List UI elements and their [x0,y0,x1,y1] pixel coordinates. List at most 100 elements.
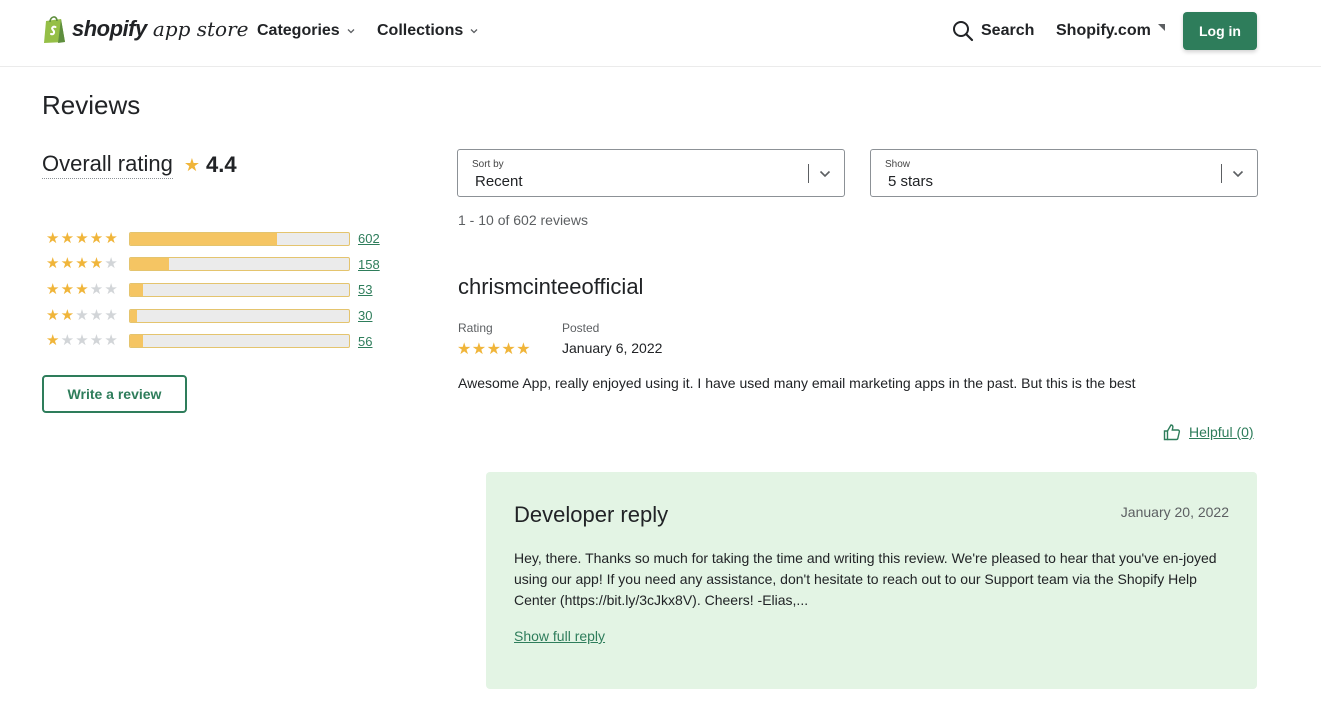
rating-bar-fill [130,232,277,245]
star-icon: ★ [89,332,104,350]
sort-by-value: Recent [475,173,523,190]
nav-collections[interactable]: Collections [377,22,479,40]
search-icon [953,21,974,42]
top-header: shopify app store Categories Collections… [0,0,1321,67]
review-rating-stars: ★ ★ ★ ★ ★ [457,339,531,359]
posted-date: January 6, 2022 [562,340,663,356]
shopify-com-label: Shopify.com [1056,22,1151,39]
star-icon: ★ [89,255,104,273]
star-icon: ★ [75,306,89,324]
overall-rating: Overall rating ★ 4.4 [42,151,237,179]
star-icon: ★ [104,306,118,324]
row-stars: ★ ★ ★ ★ ★ [46,333,128,349]
rating-count-link[interactable]: 56 [358,334,372,349]
sort-by-label: Sort by [472,159,504,170]
show-value: 5 stars [888,173,934,190]
chevron-down-icon [819,170,831,178]
rating-bar [129,231,350,246]
helpful-label: Helpful (0) [1189,424,1254,440]
star-icon: ★ [104,229,118,247]
external-link-icon [1157,24,1165,31]
star-icon: ★ [60,229,75,247]
rating-count-link[interactable]: 53 [358,282,372,297]
review-body: Awesome App, really enjoyed using it. I … [458,375,1136,391]
star-icon: ★ [46,280,60,298]
star-icon: ★ [46,306,60,324]
star-icon: ★ [104,332,118,350]
select-divider [808,164,809,183]
star-icon: ★ [89,306,104,324]
star-icon: ★ [46,332,60,350]
rating-bar [129,282,350,297]
rating-row-2: ★ ★ ★ ★ ★ 30 [46,303,380,329]
rating-count-link[interactable]: 158 [358,257,380,272]
rating-row-3: ★ ★ ★ ★ ★ 53 [46,277,380,303]
nav-categories[interactable]: Categories [257,22,356,40]
nav-categories-label: Categories [257,22,340,39]
star-icon: ★ [75,280,89,298]
star-icon: ★ [60,255,75,273]
search-label: Search [981,22,1035,39]
star-icon: ★ [457,341,472,358]
star-icon: ★ [60,332,75,350]
star-icon: ★ [75,229,89,247]
logo-text: shopify app store [72,16,249,41]
rating-bar [129,257,350,272]
star-icon: ★ [75,255,89,273]
select-divider [1221,164,1222,183]
star-icon: ★ [89,229,104,247]
rating-row-5: ★ ★ ★ ★ ★ 602 [46,226,380,252]
posted-label: Posted [562,321,600,335]
overall-rating-label[interactable]: Overall rating [42,151,173,179]
star-icon: ★ [46,229,60,247]
write-review-button[interactable]: Write a review [42,375,187,413]
star-icon: ★ [60,306,75,324]
nav-collections-label: Collections [377,22,464,39]
row-stars: ★ ★ ★ ★ ★ [46,229,128,247]
rating-count-link[interactable]: 602 [358,231,380,246]
rating-row-4: ★ ★ ★ ★ ★ 158 [46,252,380,278]
star-icon: ★ [501,341,516,358]
chevron-down-icon [347,29,355,34]
developer-reply-title: Developer reply [514,502,669,527]
sort-by-select[interactable]: Sort by Recent [457,149,845,197]
star-icon: ★ [471,341,487,358]
search-button[interactable]: Search [952,20,1034,42]
star-icon: ★ [516,341,531,358]
shopify-app-store-logo[interactable]: shopify app store [42,14,248,44]
star-icon: ★ [104,255,118,273]
developer-reply-date: January 20, 2022 [1120,504,1229,520]
helpful-button[interactable]: Helpful (0) [1163,423,1254,441]
row-stars: ★ ★ ★ ★ ★ [46,280,128,298]
results-count: 1 - 10 of 602 reviews [458,212,588,228]
row-stars: ★ ★ ★ ★ ★ [46,306,128,324]
star-icon: ★ [89,280,104,298]
star-icon: ★ [486,341,501,358]
rating-bar-fill [130,258,170,271]
show-full-reply-link[interactable]: Show full reply [514,628,605,644]
reviewer-name: chrismcinteeofficial [458,274,644,299]
rating-bar-fill [130,283,144,296]
show-label: Show [885,159,911,170]
overall-rating-value: 4.4 [205,152,237,177]
shopify-bag-icon [44,16,65,43]
show-stars-select[interactable]: Show 5 stars [870,149,1258,197]
rating-bar [129,308,350,323]
thumbs-up-icon [1163,424,1181,441]
rating-row-1: ★ ★ ★ ★ ★ 56 [46,328,380,354]
chevron-down-icon [470,29,478,34]
row-stars: ★ ★ ★ ★ ★ [46,256,128,272]
developer-reply: Developer reply January 20, 2022 Hey, th… [486,472,1257,689]
page-title: Reviews [42,90,141,120]
rating-count-link[interactable]: 30 [358,308,372,323]
star-icon: ★ [46,255,60,273]
developer-reply-body: Hey, there. Thanks so much for taking th… [514,550,1217,608]
rating-bar-fill [130,335,144,348]
rating-distribution: ★ ★ ★ ★ ★ 602 ★ ★ ★ ★ ★ 158 ★ ★ ★ ★ ★ 53 ★ ★ ★ ★ ★ 30 ★ ★ ★ ★ ★ 56 [46,226,380,354]
login-button[interactable]: Log in [1183,12,1257,50]
rating-bar-fill [130,309,137,322]
rating-label: Rating [458,321,493,335]
star-icon: ★ [104,280,118,298]
shopify-com-link[interactable]: Shopify.com [1056,22,1165,40]
rating-bar [129,334,350,349]
